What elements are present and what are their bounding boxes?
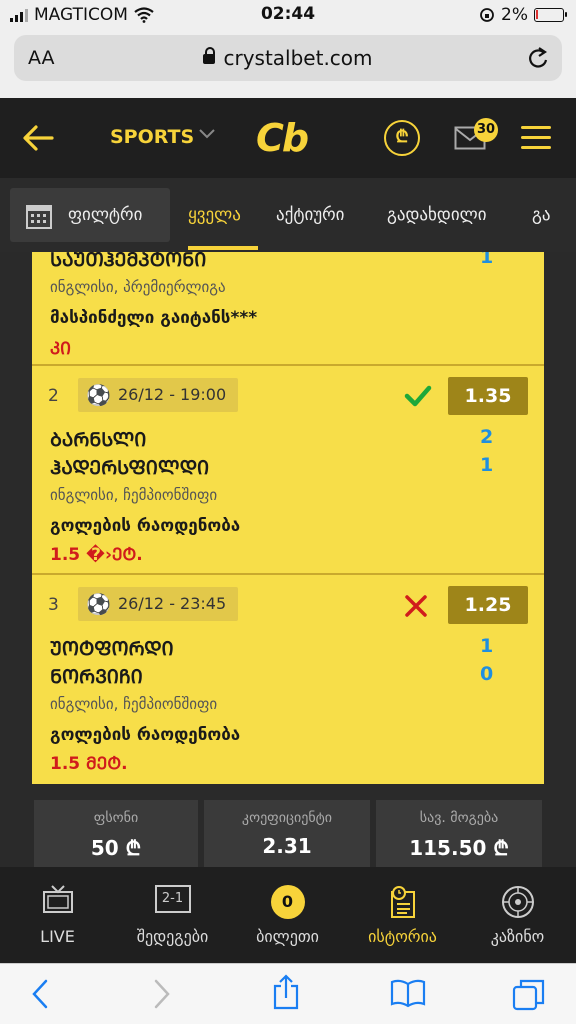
match-date: 26/12 - 23:45 [118, 594, 227, 613]
calendar-icon [26, 205, 52, 229]
summary-stake: ფსონი 50 ₾ [34, 800, 198, 867]
url-text: crystalbet.com [223, 46, 373, 70]
hamburger-menu-icon[interactable] [521, 126, 551, 156]
browser-forward-icon[interactable] [152, 978, 172, 1010]
home-team: ᲑᲐᲠᲜᲡᲚᲘ [50, 429, 147, 451]
nav-label: კაზინო [490, 927, 545, 946]
tab-active[interactable]: აქტიური [276, 205, 344, 225]
market-name: გოლების რაოდენობა [50, 516, 241, 536]
team-name: ᲡᲐᲣᲗᲰᲔᲛᲞᲢᲝᲜᲘ [50, 252, 207, 271]
bet-history-content: ᲡᲐᲣᲗᲰᲔᲛᲞᲢᲝᲜᲘ 1 ინგლისი, პრემიერლიგა მასპ… [0, 252, 576, 867]
app-header: SPORTS Cb ₾ 30 [0, 98, 576, 178]
browser-address-area: AA crystalbet.com [0, 30, 576, 98]
orientation-lock-icon [480, 8, 494, 22]
summary-payout: სავ. მოგება 115.50 ₾ [376, 800, 542, 867]
lock-icon [203, 47, 216, 64]
total-odds-value: 2.31 [262, 834, 312, 858]
total-odds-label: კოეფიციენტი [241, 810, 333, 826]
browser-back-icon[interactable] [30, 978, 50, 1010]
filter-label: ფილტრი [68, 205, 143, 225]
nav-casino[interactable]: კაზინო [460, 867, 575, 963]
match-date: 26/12 - 19:00 [118, 385, 227, 404]
won-check-icon [404, 385, 432, 407]
tab-all[interactable]: ყველა [188, 205, 241, 225]
tab-more[interactable]: გა [532, 205, 551, 225]
share-icon[interactable] [272, 974, 300, 1010]
bet-item: 3 ⚽ 26/12 - 23:45 1.25 ᲣᲝᲢᲤᲝᲠᲓᲘ 1 ᲜᲝᲠᲕᲘᲩ… [32, 575, 544, 783]
back-arrow-icon[interactable] [22, 124, 54, 152]
status-bar: MAGTICOM 02:44 2% [0, 0, 576, 30]
lost-x-icon [405, 595, 427, 617]
league-name: ინგლისი, ჩემპიონშიფი [50, 486, 218, 504]
active-tab-indicator [188, 246, 258, 250]
soccer-ball-icon: ⚽ [86, 592, 111, 616]
league-name: ინგლისი, პრემიერლიგა [50, 278, 226, 296]
match-datetime: ⚽ 26/12 - 23:45 [78, 587, 238, 621]
selection: 1.5 ᲛᲔᲢ. [50, 754, 128, 774]
nav-history[interactable]: ისტორია [345, 867, 460, 963]
mail-badge: 30 [474, 118, 498, 142]
bet-number: 3 [48, 595, 59, 615]
odds-value: 1.35 [448, 377, 528, 415]
match-datetime: ⚽ 26/12 - 19:00 [78, 378, 238, 412]
selection: 1.5 �›ᲔᲢ. [50, 545, 143, 565]
url-field[interactable]: crystalbet.com [14, 46, 562, 70]
nav-label: ისტორია [368, 927, 437, 946]
selection: ᲙᲘ [50, 339, 71, 359]
bookmarks-icon[interactable] [390, 978, 426, 1008]
nav-ticket[interactable]: 0 ბილეთი [230, 867, 345, 963]
soccer-ball-icon: ⚽ [86, 383, 111, 407]
nav-label: შედეგები [136, 927, 209, 946]
away-score: 1 [480, 454, 494, 476]
nav-results[interactable]: 2-1 შედეგები [115, 867, 230, 963]
tv-icon [42, 885, 73, 913]
chevron-down-icon[interactable] [198, 128, 216, 140]
browser-toolbar [0, 963, 576, 1024]
market-name: მასპინძელი გაიტანს*** [50, 308, 258, 328]
sports-dropdown[interactable]: SPORTS [110, 126, 194, 148]
history-icon [390, 886, 415, 918]
bet-item: 2 ⚽ 26/12 - 19:00 1.35 ᲑᲐᲠᲜᲡᲚᲘ 2 ᲰᲐᲓᲔᲠᲡᲤ… [32, 366, 544, 574]
nav-live[interactable]: LIVE [0, 867, 115, 963]
ticket-count-icon: 0 [270, 885, 305, 919]
away-team: ᲰᲐᲓᲔᲠᲡᲤᲘᲚᲓᲘ [50, 457, 210, 479]
reload-icon[interactable] [526, 45, 550, 71]
address-bar[interactable]: AA crystalbet.com [14, 35, 562, 81]
history-tabs: ფილტრი ყველა აქტიური გადახდილი გა [0, 178, 576, 252]
nav-label: ბილეთი [256, 927, 319, 946]
nav-label: LIVE [40, 927, 75, 946]
tabs-icon[interactable] [512, 978, 546, 1012]
scoreboard-icon: 2-1 [154, 885, 191, 913]
bet-number: 2 [48, 386, 59, 406]
battery-percent: 2% [501, 5, 528, 25]
filter-button[interactable]: ფილტრი [10, 188, 170, 242]
home-score: 2 [480, 426, 494, 448]
team-score: 1 [480, 252, 494, 268]
home-score: 1 [480, 635, 494, 657]
stake-label: ფსონი [93, 810, 139, 826]
odds-value: 1.25 [448, 586, 528, 624]
payout-value: 115.50 ₾ [409, 836, 509, 860]
crystalbet-logo[interactable]: Cb [256, 116, 309, 160]
balance-icon[interactable]: ₾ [384, 120, 420, 156]
stake-value: 50 ₾ [90, 836, 142, 860]
bet-item: ᲡᲐᲣᲗᲰᲔᲛᲞᲢᲝᲜᲘ 1 ინგლისი, პრემიერლიგა მასპ… [32, 252, 544, 364]
away-score: 0 [480, 663, 494, 685]
roulette-icon [501, 886, 534, 918]
tab-paid[interactable]: გადახდილი [387, 205, 487, 225]
away-team: ᲜᲝᲠᲕᲘᲩᲘ [50, 666, 143, 688]
payout-label: სავ. მოგება [419, 810, 499, 826]
market-name: გოლების რაოდენობა [50, 725, 241, 745]
bottom-navigation: LIVE 2-1 შედეგები 0 ბილეთი ისტორია კაზინ… [0, 867, 576, 963]
league-name: ინგლისი, ჩემპიონშიფი [50, 695, 218, 713]
home-team: ᲣᲝᲢᲤᲝᲠᲓᲘ [50, 638, 174, 660]
battery-icon [534, 8, 567, 22]
summary-odds: კოეფიციენტი 2.31 [204, 800, 370, 867]
